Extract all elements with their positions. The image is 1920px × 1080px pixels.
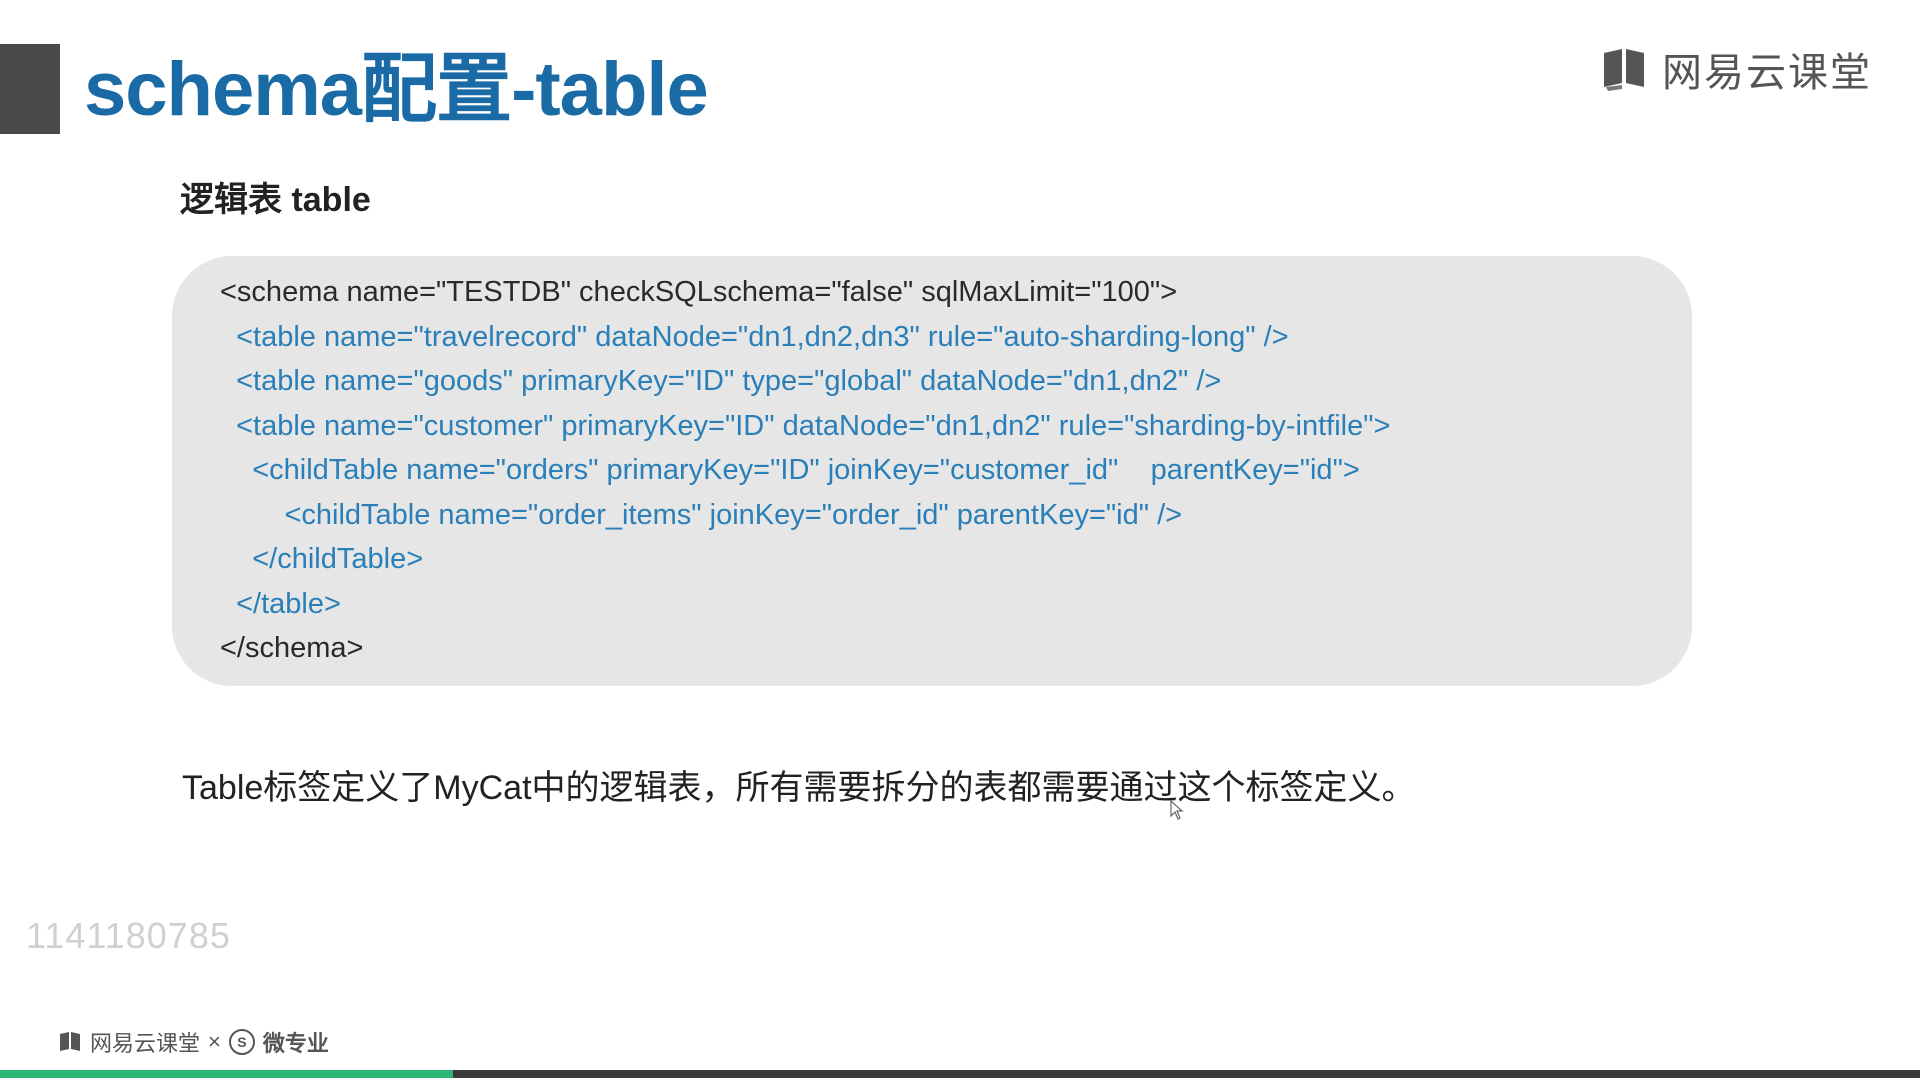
book-icon (60, 1032, 80, 1051)
brand-logo: 网易云课堂 (1600, 40, 1872, 98)
code-block: <schema name="TESTDB" checkSQLschema="fa… (172, 256, 1692, 686)
code-line-table-customer: <table name="customer" primaryKey="ID" d… (220, 409, 1391, 442)
mouse-pointer-icon (1170, 800, 1184, 820)
watermark-user-id: 1141180785 (26, 915, 231, 956)
footer-branding: 网易云课堂 × S 微专业 (58, 1026, 329, 1058)
code-line-schema-open: <schema name="TESTDB" checkSQLschema="fa… (220, 276, 1178, 308)
brand-name: 网易云课堂 (1662, 51, 1872, 95)
section-subheading: 逻辑表 table (180, 181, 371, 219)
book-icon (1604, 49, 1644, 91)
code-line-childtable-close: </childTable> (220, 543, 424, 575)
slide-title: schema配置-table (84, 47, 709, 132)
video-progress-fill (0, 1070, 454, 1078)
code-line-childtable-order-items: <childTable name="order_items" joinKey="… (220, 498, 1183, 531)
partner-logo-icon: S (228, 1029, 255, 1055)
code-lines: <schema name="TESTDB" checkSQLschema="fa… (220, 270, 1390, 671)
code-line-table-goods: <table name="goods" primaryKey="ID" type… (220, 365, 1222, 397)
code-line-table-close: </table> (220, 587, 341, 620)
code-line-table-travelrecord: <table name="travelrecord" dataNode="dn1… (220, 320, 1289, 353)
description-text: Table标签定义了MyCat中的逻辑表，所有需要拆分的表都需要通过这个标签定义… (182, 769, 1416, 807)
footer-partner-name: 微专业 (262, 1031, 329, 1056)
title-accent-block (0, 44, 60, 134)
presentation-slide: schema配置-table 网易云课堂 逻辑表 table <schema n… (0, 0, 1920, 1080)
code-line-childtable-orders: <childTable name="orders" primaryKey="ID… (220, 454, 1360, 486)
code-line-schema-close: </schema> (220, 632, 364, 664)
video-progress-bar[interactable] (0, 1070, 1920, 1078)
footer-brand-name: 网易云课堂 (90, 1031, 201, 1056)
footer-separator: × (208, 1029, 221, 1054)
